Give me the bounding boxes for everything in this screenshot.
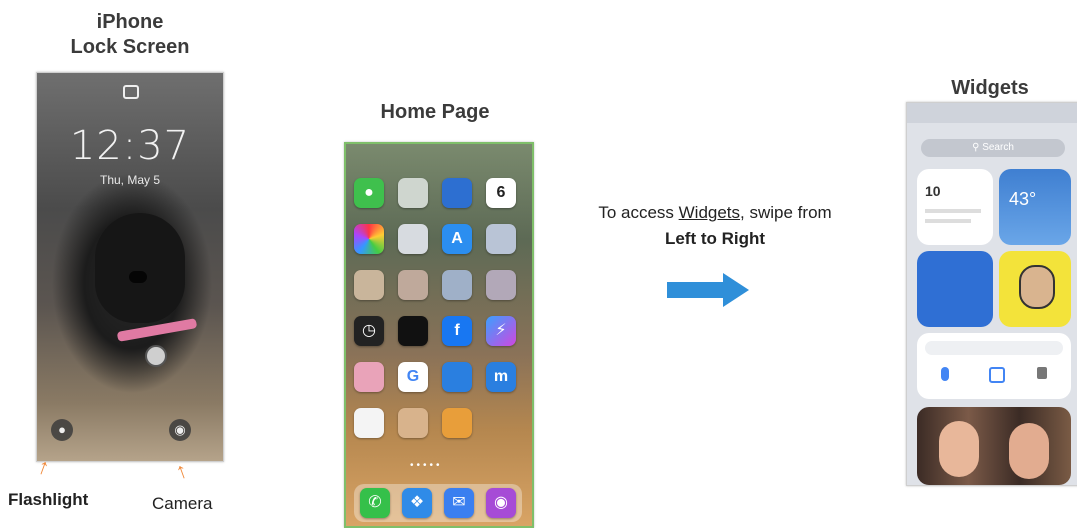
calendar-widget-date: 10 [925, 183, 941, 199]
photos-widget[interactable] [917, 407, 1071, 485]
app-folder-icon-4[interactable] [354, 270, 384, 300]
widgets-phone: ⚲ Search 10 43° [906, 102, 1077, 486]
right-arrow-icon [667, 273, 749, 307]
camera-icon[interactable]: ◉ [169, 419, 191, 441]
flask-icon[interactable] [1037, 367, 1047, 379]
home-screen-phone: ● 6 A ◷ f ⚡ G m ••••• ✆ ❖ ✉ ◉ [344, 142, 534, 528]
search-field[interactable]: ⚲ Search [921, 139, 1065, 157]
app-icon-blue-2[interactable] [442, 362, 472, 392]
google-icon[interactable]: G [398, 362, 428, 392]
news-widget[interactable] [917, 251, 993, 327]
lens-icon[interactable] [989, 367, 1005, 383]
clock-icon[interactable]: ◷ [354, 316, 384, 346]
bitmoji-icon [1019, 265, 1055, 309]
app-folder-icon-6[interactable] [442, 270, 472, 300]
app-folder-icon-3[interactable] [486, 224, 516, 254]
dock: ✆ ❖ ✉ ◉ [354, 484, 522, 522]
messages-icon[interactable]: ● [354, 178, 384, 208]
calendar-icon-day: 6 [496, 184, 506, 201]
lock-screen-date: Thu, May 5 [99, 173, 161, 187]
instruction-direction: Left to Right [664, 229, 766, 248]
lock-screen-title-line2: Lock Screen [70, 36, 190, 58]
podcasts-icon[interactable]: ◉ [486, 488, 516, 518]
app-icon-m[interactable]: m [486, 362, 516, 392]
home-page-title: Home Page [380, 101, 490, 123]
calendar-widget[interactable]: 10 [917, 169, 993, 245]
camera-pointer-arrow: ↑ [171, 456, 191, 485]
flashlight-label: Flashlight [8, 490, 89, 509]
camera-label: Camera [152, 494, 213, 513]
dog-photo [95, 213, 185, 323]
app-store-icon[interactable]: A [442, 224, 472, 254]
mail-icon[interactable]: ✉ [444, 488, 474, 518]
instruction-text: To access Widgets, swipe from Left to Ri… [555, 200, 875, 252]
app-icon-blue[interactable] [442, 178, 472, 208]
app-icon-white[interactable] [354, 408, 384, 438]
google-search-bar [925, 341, 1063, 355]
face-photo-left [939, 421, 979, 477]
dog-nose [129, 271, 147, 283]
status-bar [907, 103, 1077, 123]
instruction-line2: Left to Right [555, 226, 875, 252]
lock-screen-time: 12:37 [69, 123, 191, 169]
calendar-icon[interactable]: 6 [486, 178, 516, 208]
photos-icon[interactable] [354, 224, 384, 254]
google-widget[interactable] [917, 333, 1071, 399]
lock-screen-title-line1: iPhone [96, 11, 164, 33]
app-folder-icon-2[interactable] [398, 224, 428, 254]
app-icon-tan[interactable] [398, 408, 428, 438]
widgets-title: Widgets [951, 77, 1029, 99]
safari-icon[interactable]: ❖ [402, 488, 432, 518]
app-icon-dark[interactable] [398, 316, 428, 346]
instruction-middle: , swipe from [740, 203, 832, 222]
search-icon: ⚲ [972, 142, 983, 153]
page-dots: ••••• [410, 460, 443, 471]
calendar-event-bar [925, 209, 981, 213]
calendar-event-bar-2 [925, 219, 971, 223]
snapchat-widget[interactable] [999, 251, 1071, 327]
search-placeholder: Search [982, 142, 1014, 153]
instruction-line1: To access Widgets, swipe from [555, 200, 875, 226]
app-folder-icon[interactable] [398, 178, 428, 208]
app-icon-pink[interactable] [354, 362, 384, 392]
flashlight-icon[interactable]: ● [51, 419, 73, 441]
instruction-link-word: Widgets [678, 203, 741, 222]
lock-icon [123, 85, 139, 99]
instruction-prefix: To access [598, 203, 679, 222]
lock-screen-title: iPhone Lock Screen [60, 10, 200, 60]
phone-icon[interactable]: ✆ [360, 488, 390, 518]
microphone-icon[interactable] [941, 367, 949, 381]
dog-tag [145, 345, 167, 367]
app-folder-icon-7[interactable] [486, 270, 516, 300]
lock-screen-phone: 12:37 Thu, May 5 ● ◉ [36, 72, 224, 462]
weather-widget-temp: 43° [1009, 189, 1037, 209]
app-icon-orange[interactable] [442, 408, 472, 438]
weather-widget[interactable]: 43° [999, 169, 1071, 245]
messenger-icon[interactable]: ⚡ [486, 316, 516, 346]
facebook-icon[interactable]: f [442, 316, 472, 346]
app-folder-icon-5[interactable] [398, 270, 428, 300]
face-photo-right [1009, 423, 1049, 479]
